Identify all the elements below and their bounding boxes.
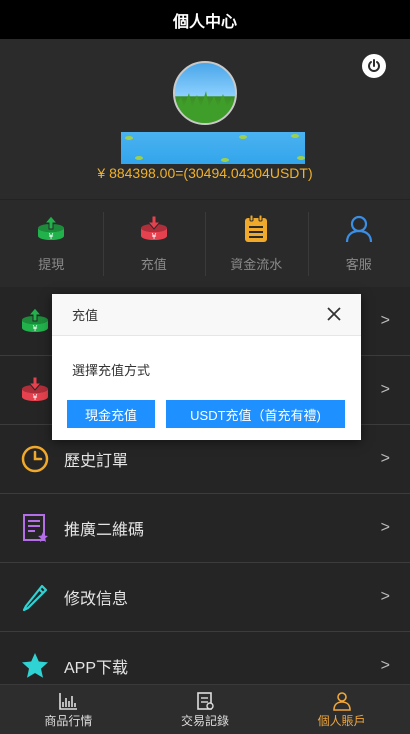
dialog-header: 充值 xyxy=(52,294,361,336)
usdt-deposit-button[interactable]: USDT充值（首充有禮) xyxy=(166,400,345,428)
modal-overlay: 充值 選擇充值方式 現金充值 USDT充值（首充有禮) xyxy=(0,0,410,734)
close-icon[interactable] xyxy=(325,305,343,323)
cash-deposit-button[interactable]: 現金充值 xyxy=(67,400,155,428)
deposit-dialog: 充值 選擇充值方式 現金充值 USDT充值（首充有禮) xyxy=(52,294,361,440)
dialog-title: 充值 xyxy=(72,308,99,323)
dialog-actions: 現金充值 USDT充值（首充有禮) xyxy=(67,400,345,428)
dialog-message: 選擇充值方式 xyxy=(72,363,151,378)
